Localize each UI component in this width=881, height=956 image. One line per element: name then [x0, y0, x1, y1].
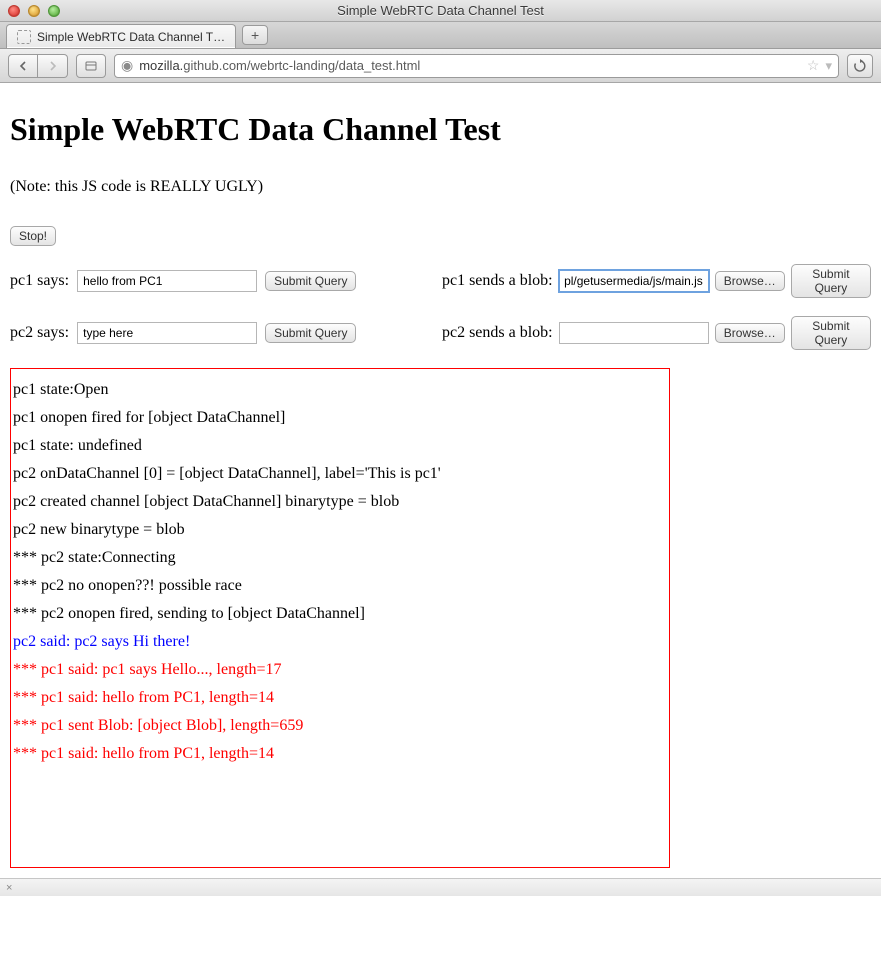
log-output[interactable]: pc1 state:Open pc1 onopen fired for [obje… [10, 368, 670, 868]
bookmark-star-icon[interactable]: ☆ [807, 57, 820, 74]
log-line: *** pc1 said: hello from PC1, length=14 [13, 689, 669, 707]
log-line: pc2 new binarytype = blob [13, 521, 669, 539]
log-line: *** pc1 sent Blob: [object Blob], length… [13, 717, 669, 735]
log-line: *** pc2 onopen fired, sending to [object… [13, 605, 669, 623]
pc2-says-input[interactable] [77, 322, 257, 344]
pc1-says-label: pc1 says: [10, 272, 69, 290]
pc2-blob-submit[interactable]: Submit Query [791, 316, 871, 350]
status-close-icon[interactable]: × [6, 882, 12, 894]
pc2-says-submit[interactable]: Submit Query [265, 323, 356, 343]
log-line: *** pc2 no onopen??! possible race [13, 577, 669, 595]
minimize-window-button[interactable] [28, 5, 40, 17]
pc1-blob-file-input[interactable]: pl/getusermedia/js/main.js [559, 270, 709, 292]
window-title: Simple WebRTC Data Channel Test [0, 3, 881, 18]
pc1-blob-label: pc1 sends a blob: [442, 272, 553, 290]
page-note: (Note: this JS code is REALLY UGLY) [10, 178, 871, 196]
log-line: *** pc1 said: pc1 says Hello..., length=… [13, 661, 669, 679]
nav-toolbar: ◉ mozilla.github.com/webrtc-landing/data… [0, 49, 881, 83]
pc1-says-input[interactable] [77, 270, 257, 292]
log-line: pc2 created channel [object DataChannel]… [13, 493, 669, 511]
pc2-blob-label: pc2 sends a blob: [442, 324, 553, 342]
stop-button[interactable]: Stop! [10, 226, 56, 246]
log-line: pc2 said: pc2 says Hi there! [13, 633, 669, 651]
recent-icon [85, 61, 97, 71]
back-icon [18, 61, 28, 71]
pc1-blob-submit[interactable]: Submit Query [791, 264, 871, 298]
log-line: *** pc1 said: hello from PC1, length=14 [13, 745, 669, 763]
url-bar[interactable]: ◉ mozilla.github.com/webrtc-landing/data… [114, 54, 839, 78]
pc2-blob-file-input[interactable] [559, 322, 709, 344]
page-content: Simple WebRTC Data Channel Test (Note: t… [0, 83, 881, 878]
url-host: mozilla. [139, 58, 183, 73]
tab-title: Simple WebRTC Data Channel T… [37, 30, 225, 44]
dropmarker-icon[interactable]: ▾ [825, 58, 832, 74]
tab-favicon [17, 30, 31, 44]
forward-icon [48, 61, 58, 71]
zoom-window-button[interactable] [48, 5, 60, 17]
window-titlebar: Simple WebRTC Data Channel Test [0, 0, 881, 22]
reload-button[interactable] [847, 54, 873, 78]
pc1-blob-browse[interactable]: Browse… [715, 271, 785, 291]
log-line: pc2 onDataChannel [0] = [object DataChan… [13, 465, 669, 483]
pc2-says-label: pc2 says: [10, 324, 69, 342]
tab-active[interactable]: Simple WebRTC Data Channel T… [6, 24, 236, 48]
forward-button[interactable] [38, 54, 68, 78]
reload-icon [853, 59, 867, 73]
log-line: pc1 onopen fired for [object DataChannel… [13, 409, 669, 427]
close-window-button[interactable] [8, 5, 20, 17]
tab-strip: Simple WebRTC Data Channel T… + [0, 22, 881, 49]
recent-pages-button[interactable] [76, 54, 106, 78]
site-identity-icon: ◉ [121, 57, 133, 74]
new-tab-button[interactable]: + [242, 25, 268, 45]
log-line: *** pc2 state:Connecting [13, 549, 669, 567]
pc1-says-submit[interactable]: Submit Query [265, 271, 356, 291]
log-line: pc1 state: undefined [13, 437, 669, 455]
log-line: pc1 state:Open [13, 381, 669, 399]
back-button[interactable] [8, 54, 38, 78]
page-heading: Simple WebRTC Data Channel Test [10, 111, 871, 148]
status-bar: × [0, 878, 881, 896]
url-path: github.com/webrtc-landing/data_test.html [183, 58, 420, 73]
pc2-blob-browse[interactable]: Browse… [715, 323, 785, 343]
